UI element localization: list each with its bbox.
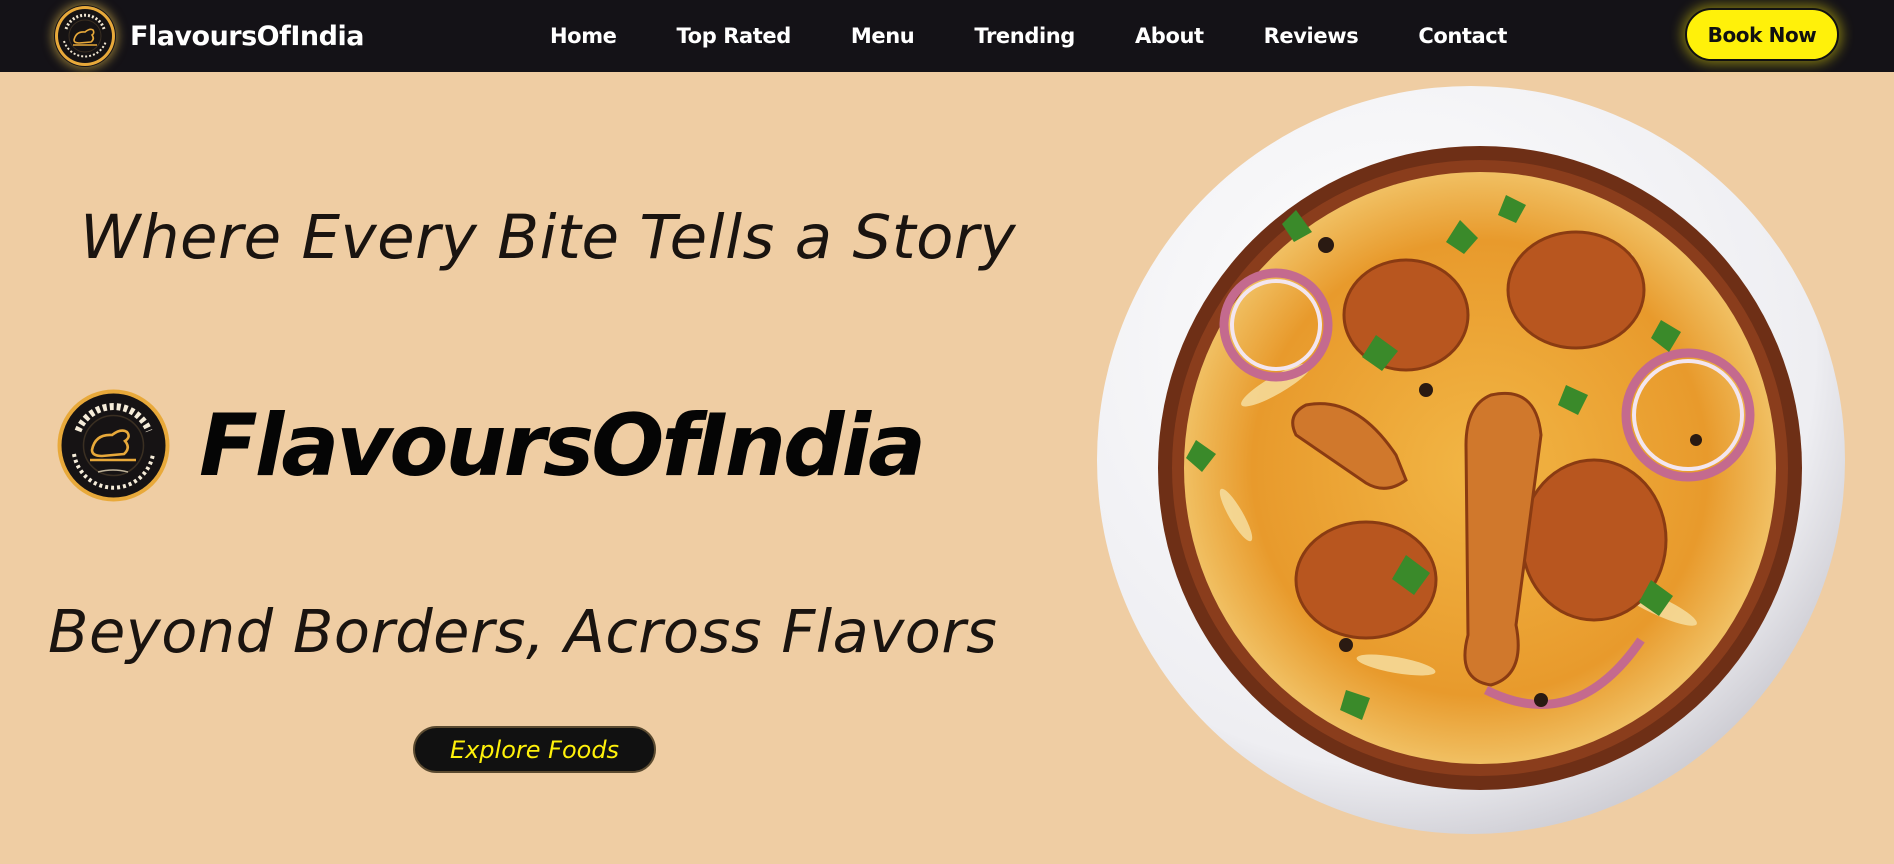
nav-links: Home Top Rated Menu Trending About Revie… — [520, 0, 1537, 72]
nav-item-reviews: Reviews — [1234, 24, 1389, 48]
nav-link-home[interactable]: Home — [520, 24, 647, 48]
nav-link-menu[interactable]: Menu — [821, 24, 944, 48]
hero-brand: FlavoursOfIndia — [56, 388, 926, 503]
hero-title: FlavoursOfIndia — [199, 395, 926, 496]
hero-tagline-bottom: Beyond Borders, Across Flavors — [48, 597, 998, 666]
nav-link-trending[interactable]: Trending — [944, 24, 1105, 48]
nav-item-about: About — [1105, 24, 1234, 48]
brand-home-link[interactable]: FlavoursOfIndia — [54, 5, 364, 67]
chicken-emblem-icon — [55, 6, 115, 66]
explore-foods-button[interactable]: Explore Foods — [413, 726, 656, 773]
nav-link-reviews[interactable]: Reviews — [1234, 24, 1389, 48]
nav-item-contact: Contact — [1388, 24, 1537, 48]
book-now-button[interactable]: Book Now — [1685, 8, 1839, 61]
brand-name: FlavoursOfIndia — [130, 20, 364, 52]
nav-item-home: Home — [520, 24, 647, 48]
nav-item-top-rated: Top Rated — [647, 24, 821, 48]
chicken-emblem-icon — [57, 389, 170, 502]
hero-section: Where Every Bite Tells a Story FlavoursO… — [0, 72, 1060, 864]
nav-item-trending: Trending — [944, 24, 1105, 48]
top-navbar: FlavoursOfIndia Home Top Rated Menu Tren… — [0, 0, 1894, 72]
nav-link-about[interactable]: About — [1105, 24, 1234, 48]
biryani-plate-image — [1097, 86, 1845, 834]
nav-link-top-rated[interactable]: Top Rated — [647, 24, 821, 48]
nav-link-contact[interactable]: Contact — [1388, 24, 1537, 48]
nav-item-menu: Menu — [821, 24, 944, 48]
hero-tagline-top: Where Every Bite Tells a Story — [80, 202, 1017, 273]
